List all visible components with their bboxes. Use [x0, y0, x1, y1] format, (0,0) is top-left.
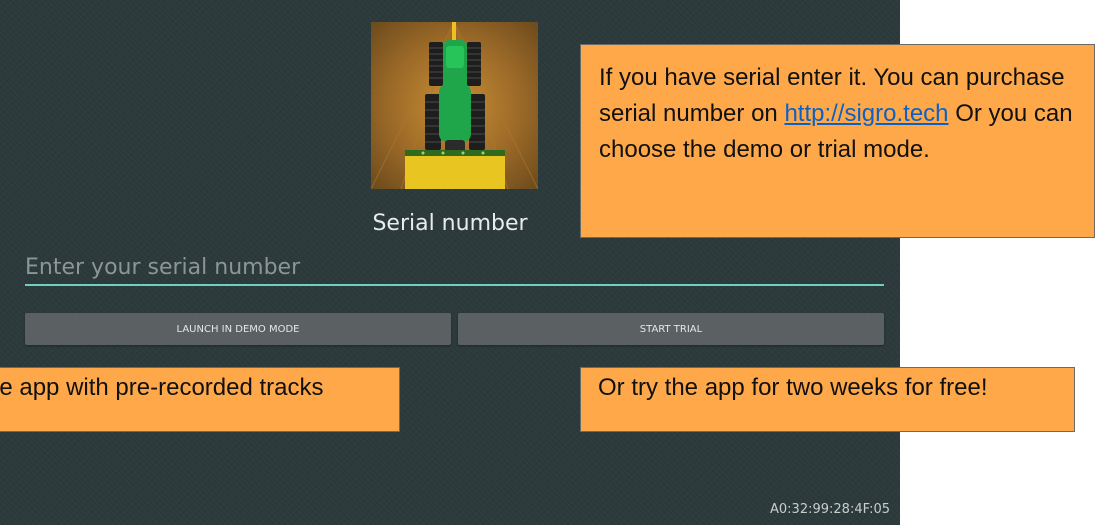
launch-demo-button[interactable]: LAUNCH IN DEMO MODE	[25, 313, 451, 345]
device-id: A0:32:99:28:4F:05	[770, 502, 890, 517]
tooltip-demo-info: he app with pre-recorded tracks	[0, 367, 400, 432]
tractor-icon	[371, 22, 538, 189]
sigro-link[interactable]: http://sigro.tech	[784, 100, 948, 127]
start-trial-button[interactable]: START TRIAL	[458, 313, 884, 345]
tooltip-trial-info: Or try the app for two weeks for free!	[580, 367, 1075, 432]
serial-number-input[interactable]	[25, 250, 884, 286]
tooltip-serial-info: If you have serial enter it. You can pur…	[580, 44, 1095, 238]
